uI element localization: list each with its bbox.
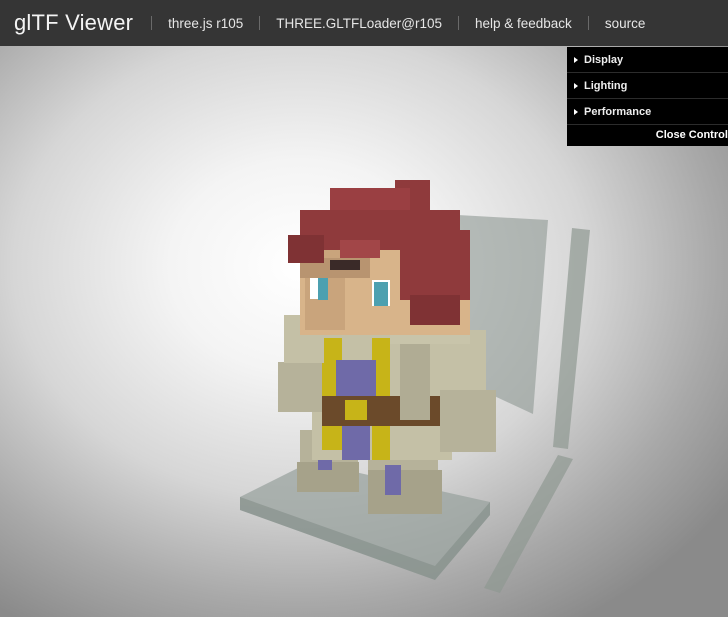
caret-right-icon [574,56,578,63]
nav-divider [259,16,261,30]
folder-label: Lighting [584,79,628,92]
nav-divider [151,16,153,30]
caret-right-icon [574,82,578,89]
nav-link-threejs[interactable]: three.js r105 [168,16,243,31]
nav-divider [587,16,589,30]
glass-side-bar-upper [553,228,590,449]
caret-right-icon [574,108,578,115]
nav-divider [457,16,459,30]
glass-side-bar-lower [484,455,573,593]
folder-lighting[interactable]: Lighting [567,73,728,99]
nav-link-gltfloader[interactable]: THREE.GLTFLoader@r105 [276,16,442,31]
folder-display[interactable]: Display [567,47,728,73]
close-controls-button[interactable]: Close Controls [567,125,728,146]
folder-performance[interactable]: Performance [567,99,728,125]
nav-link-source[interactable]: source [605,16,646,31]
app-header: glTF Viewer three.js r105 THREE.GLTFLoad… [0,0,728,46]
controls-panel: Display Lighting Performance Close Contr… [567,47,728,146]
app-title[interactable]: glTF Viewer [14,10,133,36]
close-controls-label: Close Controls [655,129,728,141]
nav-link-help[interactable]: help & feedback [475,16,572,31]
folder-label: Performance [584,105,652,118]
folder-label: Display [584,53,624,66]
